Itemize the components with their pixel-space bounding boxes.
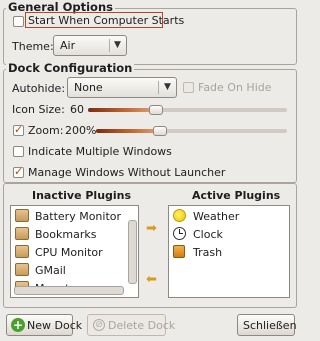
close-button[interactable]: Schließen bbox=[237, 314, 297, 336]
icon-size-value: 60 bbox=[70, 103, 84, 116]
trash-icon bbox=[173, 245, 185, 258]
remove-plugin-arrow-icon[interactable]: ⬅ bbox=[146, 273, 157, 286]
manage-windows-without-launcher-checkbox[interactable] bbox=[13, 165, 24, 178]
indicate-multiple-windows-checkbox[interactable] bbox=[13, 146, 24, 157]
delete-icon: ⊘ bbox=[93, 319, 105, 331]
new-dock-button[interactable]: + New Dock bbox=[6, 314, 82, 336]
autohide-value: None bbox=[74, 81, 103, 94]
start-when-computer-starts-focus-box bbox=[25, 12, 163, 28]
inactive-plugins-list[interactable]: Battery Monitor Bookmarks CPU Monitor GM… bbox=[10, 205, 139, 298]
weather-sun-icon bbox=[173, 209, 186, 222]
icon-size-slider-fill bbox=[88, 108, 154, 112]
inactive-plugins-hscroll[interactable] bbox=[14, 286, 124, 295]
inactive-plugins-title: Inactive Plugins bbox=[32, 189, 132, 202]
zoom-label[interactable]: Zoom: bbox=[28, 124, 63, 137]
theme-label: Theme: bbox=[12, 40, 54, 53]
inactive-plugins-vscroll[interactable] bbox=[128, 220, 137, 284]
zoom-checkbox[interactable] bbox=[13, 123, 24, 136]
autohide-dropdown-separator bbox=[158, 81, 159, 94]
chevron-down-icon: ▼ bbox=[114, 40, 121, 50]
plugin-icon bbox=[15, 227, 29, 240]
icon-size-slider-thumb[interactable] bbox=[149, 105, 163, 115]
dock-configuration-title: Dock Configuration bbox=[6, 61, 135, 75]
delete-dock-button[interactable]: ⊘ Delete Dock bbox=[87, 314, 175, 336]
clock-icon bbox=[173, 227, 186, 240]
theme-dropdown-separator bbox=[109, 39, 110, 52]
plugin-icon bbox=[15, 245, 29, 258]
autohide-dropdown[interactable]: None ▼ bbox=[67, 77, 177, 98]
theme-value: Air bbox=[60, 39, 76, 52]
plugin-icon bbox=[15, 209, 29, 222]
icon-size-label: Icon Size: bbox=[12, 103, 65, 116]
chevron-down-icon: ▼ bbox=[164, 82, 171, 92]
fade-on-hide-checkbox[interactable] bbox=[183, 82, 194, 93]
zoom-slider-fill bbox=[96, 129, 158, 133]
active-plugins-list[interactable]: Weather Clock Trash bbox=[168, 205, 290, 298]
add-plugin-arrow-icon[interactable]: ➡ bbox=[146, 222, 157, 235]
manage-windows-without-launcher-label[interactable]: Manage Windows Without Launcher bbox=[28, 166, 225, 179]
autohide-label: Autohide: bbox=[12, 82, 66, 95]
start-when-computer-starts-checkbox[interactable] bbox=[13, 16, 24, 27]
fade-on-hide-label[interactable]: Fade On Hide bbox=[198, 81, 272, 94]
plus-icon: + bbox=[11, 318, 25, 332]
active-plugins-title: Active Plugins bbox=[192, 189, 281, 202]
theme-dropdown[interactable]: Air ▼ bbox=[53, 35, 127, 56]
indicate-multiple-windows-label[interactable]: Indicate Multiple Windows bbox=[28, 145, 172, 158]
plugin-icon bbox=[15, 263, 29, 276]
zoom-value: 200% bbox=[65, 124, 97, 137]
zoom-slider-thumb[interactable] bbox=[153, 126, 167, 136]
clock-hand bbox=[179, 233, 183, 234]
